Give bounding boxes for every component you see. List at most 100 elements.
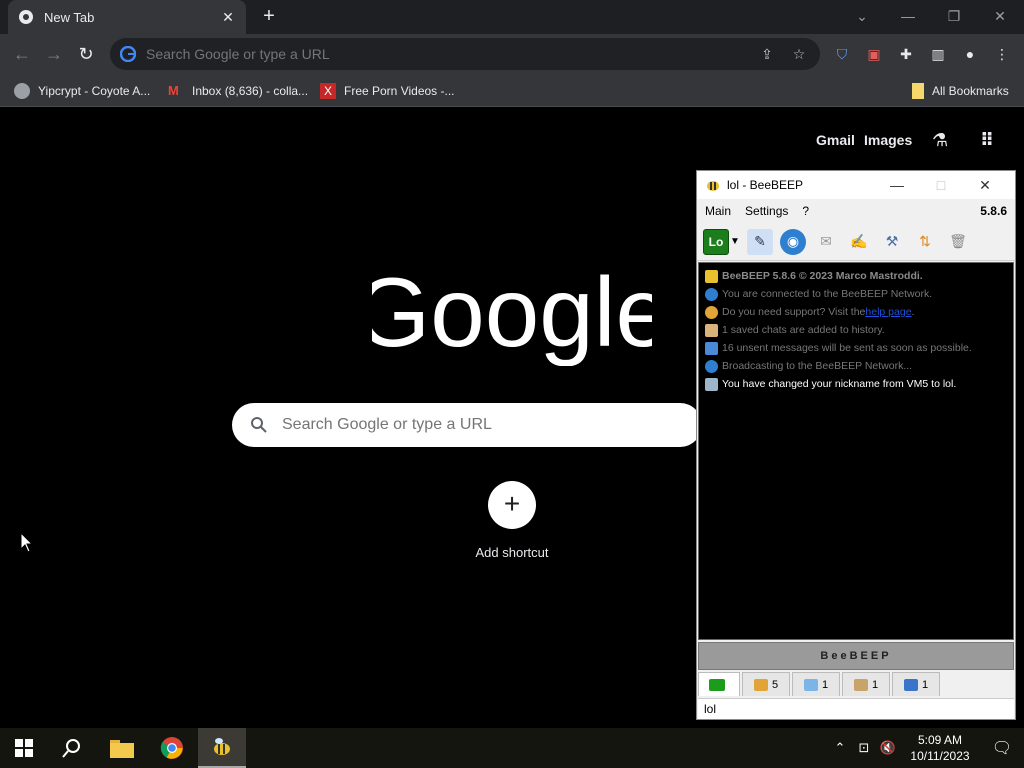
beebeep-toolbar: Lo ▼ ✎ ◉ ✉ ✍ ⚒ ⇅ 🗑: [697, 223, 1015, 261]
profile-icon[interactable]: ●: [958, 42, 982, 66]
profile-edit-icon[interactable]: ✎: [747, 228, 773, 255]
groups-icon: [853, 678, 868, 691]
google-logo: Google: [372, 266, 652, 366]
bee-app-icon: [214, 738, 230, 755]
bookmark-yipcrypt[interactable]: Yipcrypt - Coyote A...: [14, 81, 150, 101]
network-icon: [705, 287, 718, 301]
notifications-icon[interactable]: 🗨: [980, 738, 1024, 758]
bee-minimize-button[interactable]: —: [875, 177, 919, 193]
write-note-icon[interactable]: ✍: [846, 229, 872, 255]
add-shortcut-label: Add shortcut: [475, 545, 549, 560]
puzzle-extensions-icon[interactable]: ✚: [894, 42, 918, 66]
clock[interactable]: 5:09 AM 10/11/2023: [900, 732, 980, 764]
back-button[interactable]: ←: [10, 42, 34, 66]
bee-close-button[interactable]: ✕: [963, 177, 1007, 194]
share-icon[interactable]: ⇪: [756, 43, 778, 65]
status-dropdown-icon[interactable]: ▼: [730, 229, 740, 255]
chevron-up-icon[interactable]: ⌃: [828, 740, 852, 756]
help-icon: [705, 305, 718, 319]
volume-muted-icon[interactable]: 🔇: [876, 740, 900, 756]
network-broadcast-icon[interactable]: ◉: [780, 228, 806, 255]
minimize-button[interactable]: —: [888, 4, 928, 28]
gmail-link[interactable]: Gmail: [816, 132, 855, 148]
file-transfer-icon[interactable]: ⇅: [912, 229, 938, 255]
restore-button[interactable]: ❐: [934, 4, 974, 28]
chat-message: Broadcasting to the BeeBEEP Network...: [705, 357, 1007, 375]
beebeep-window: lol - BeeBEEP — □ ✕ Main Settings ? 5.8.…: [696, 170, 1016, 720]
bee-icon: [705, 269, 718, 283]
tab-status[interactable]: [698, 672, 740, 696]
globe-icon: [14, 83, 30, 99]
tab-users[interactable]: 5: [742, 672, 790, 696]
chrome-tab-strip: New Tab ✕ + ⌄ — ❐ ✕: [0, 0, 1024, 34]
search-icon: [62, 739, 80, 758]
ntp-search-input[interactable]: [282, 416, 702, 434]
beebeep-menu-bar: Main Settings ? 5.8.6: [697, 199, 1015, 223]
bookmark-star-icon[interactable]: ☆: [788, 43, 810, 65]
chat-message: 16 unsent messages will be sent as soon …: [705, 339, 1007, 357]
file-explorer-button[interactable]: [98, 728, 146, 768]
forward-button[interactable]: →: [42, 42, 66, 66]
tab-shares[interactable]: 1: [892, 672, 940, 696]
shares-icon: [903, 678, 918, 691]
tab-search-icon[interactable]: ⌄: [842, 4, 882, 28]
add-shortcut-button[interactable]: + Add shortcut: [470, 481, 554, 560]
desktop: New Tab ✕ + ⌄ — ❐ ✕ ← → ↻ ⇪ ☆ ⛉ ▣ ✚ ▥ ● …: [0, 0, 1024, 768]
beebeep-taskbar-button[interactable]: [198, 728, 246, 768]
version-label: 5.8.6: [980, 204, 1007, 218]
mail-disabled-icon[interactable]: ✉: [813, 229, 839, 255]
chrome-toolbar: ← → ↻ ⇪ ☆ ⛉ ▣ ✚ ▥ ● ⋮: [0, 34, 1024, 74]
ntp-search-box[interactable]: [232, 403, 702, 447]
shield-extension-icon[interactable]: ⛉: [830, 42, 854, 66]
menu-help[interactable]: ?: [802, 204, 809, 218]
google-logo-text: Google: [372, 266, 652, 366]
chrome-taskbar-button[interactable]: [148, 728, 196, 768]
side-panel-icon[interactable]: ▥: [926, 42, 950, 66]
status-button[interactable]: Lo: [703, 228, 729, 255]
tab-new-tab[interactable]: New Tab ✕: [8, 0, 246, 34]
bee-maximize-button[interactable]: □: [919, 177, 963, 193]
history-icon: [705, 323, 718, 337]
tab-close-icon[interactable]: ✕: [220, 9, 236, 26]
search-icon: [251, 417, 267, 433]
system-tray: ⌃ ⊡ 🔇 5:09 AM 10/11/2023 🗨: [828, 728, 1024, 768]
new-tab-button[interactable]: +: [258, 6, 280, 28]
folder-icon: [110, 740, 134, 758]
omnibox-input[interactable]: [146, 46, 746, 62]
clock-time: 5:09 AM: [917, 733, 963, 747]
menu-main[interactable]: Main: [705, 204, 731, 218]
tools-icon[interactable]: ⚒: [879, 229, 905, 255]
bee-app-icon: [707, 181, 719, 191]
chrome-icon: [160, 737, 183, 759]
all-bookmarks-folder[interactable]: All Bookmarks: [912, 81, 1009, 101]
close-window-button[interactable]: ✕: [980, 4, 1020, 28]
tab-groups[interactable]: 1: [842, 672, 890, 696]
help-page-link[interactable]: help page: [865, 303, 911, 321]
menu-settings[interactable]: Settings: [745, 204, 788, 218]
tab-chats[interactable]: 1: [792, 672, 840, 696]
users-icon: [753, 678, 768, 691]
chat-log[interactable]: BeeBEEP 5.8.6 © 2023 Marco Mastroddi. Yo…: [698, 262, 1014, 640]
green-screen-icon: [709, 678, 725, 691]
start-button[interactable]: [0, 728, 48, 768]
search-button[interactable]: [48, 728, 96, 768]
extension-icon[interactable]: ▣: [862, 42, 886, 66]
reload-button[interactable]: ↻: [74, 42, 98, 66]
beebeep-title: lol - BeeBEEP: [727, 178, 804, 192]
bookmark-video-site[interactable]: X Free Porn Videos -...: [320, 81, 455, 101]
menu-kebab-icon[interactable]: ⋮: [990, 42, 1014, 66]
network-icon[interactable]: ⊡: [852, 740, 876, 756]
images-link[interactable]: Images: [864, 132, 912, 148]
chat-message: You are connected to the BeeBEEP Network…: [705, 285, 1007, 303]
folder-icon: [912, 83, 924, 99]
labs-flask-icon[interactable]: ⚗: [932, 130, 948, 151]
windows-logo-icon: [15, 739, 33, 757]
google-g-icon: [120, 46, 136, 62]
trash-icon[interactable]: 🗑: [945, 229, 971, 255]
bookmark-gmail-inbox[interactable]: M Inbox (8,636) - colla...: [168, 81, 308, 101]
apps-grid-icon[interactable]: ⠿: [980, 130, 994, 151]
mouse-cursor-icon: [20, 532, 34, 553]
beebeep-banner: BeeBEEP: [698, 642, 1014, 670]
omnibox[interactable]: ⇪ ☆: [110, 38, 820, 70]
windows-taskbar: ⌃ ⊡ 🔇 5:09 AM 10/11/2023 🗨: [0, 728, 1024, 768]
